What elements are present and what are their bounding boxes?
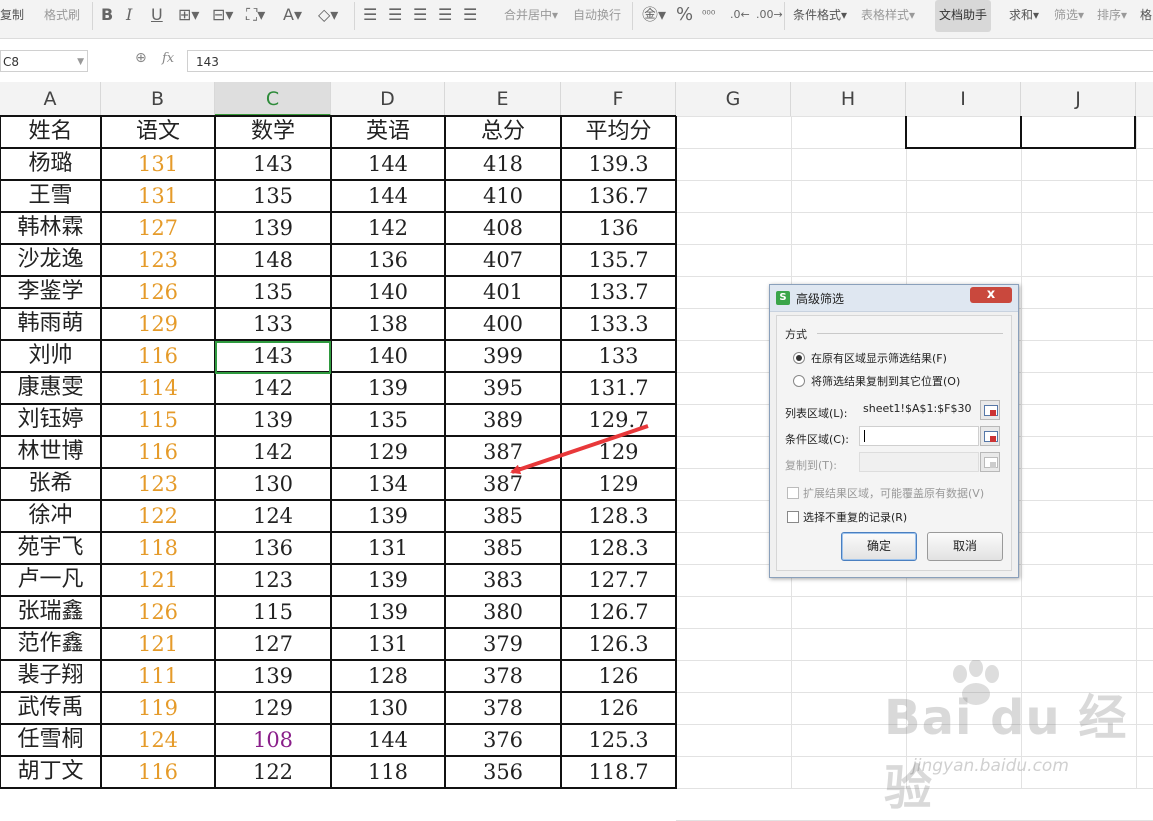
range-picker-icon[interactable] xyxy=(980,426,1000,446)
radio-icon[interactable] xyxy=(793,375,805,387)
checkbox-icon[interactable] xyxy=(787,511,799,523)
watermark-logo: Bai du 经验 xyxy=(884,690,1128,816)
copy-to-input[interactable] xyxy=(859,452,979,472)
text-cursor xyxy=(864,430,865,442)
list-range-label: 列表区域(L): xyxy=(785,407,848,420)
close-button[interactable]: x xyxy=(970,287,1012,303)
advanced-filter-dialog: S 高级筛选 x 方式 在原有区域显示筛选结果(F) 将筛选结果复制到其它位置(… xyxy=(769,284,1019,578)
copy-to-label: 复制到(T): xyxy=(785,459,838,472)
range-picker-icon[interactable] xyxy=(980,400,1000,420)
cancel-button[interactable]: 取消 xyxy=(927,532,1003,561)
checkbox-icon[interactable] xyxy=(787,487,799,499)
watermark-url: jingyan.baidu.com xyxy=(912,756,1069,776)
dialog-titlebar[interactable]: S 高级筛选 x xyxy=(770,285,1018,312)
dialog-title: 高级筛选 xyxy=(796,292,845,306)
radio-selected-icon[interactable] xyxy=(793,352,805,364)
unique-records-checkbox[interactable]: 选择不重复的记录(R) xyxy=(787,509,907,525)
ok-button[interactable]: 确定 xyxy=(841,532,917,561)
arrow-to-table xyxy=(510,424,649,475)
section-label: 方式 xyxy=(785,328,807,341)
range-picker-icon[interactable] xyxy=(980,452,1000,472)
criteria-range-label: 条件区域(C): xyxy=(785,433,849,446)
expand-result-checkbox[interactable]: 扩展结果区域，可能覆盖原有数据(V) xyxy=(787,485,984,501)
list-range-input[interactable]: sheet1!$A$1:$F$30 xyxy=(859,400,979,420)
app-icon: S xyxy=(776,291,790,305)
radio-copy-elsewhere[interactable]: 将筛选结果复制到其它位置(O) xyxy=(793,373,960,389)
radio-in-place[interactable]: 在原有区域显示筛选结果(F) xyxy=(793,350,947,366)
criteria-range-input[interactable] xyxy=(859,426,979,446)
dialog-body: 方式 在原有区域显示筛选结果(F) 将筛选结果复制到其它位置(O) 列表区域(L… xyxy=(776,315,1012,571)
baidu-watermark: Bai du 经验 jingyan.baidu.com xyxy=(880,660,1150,816)
